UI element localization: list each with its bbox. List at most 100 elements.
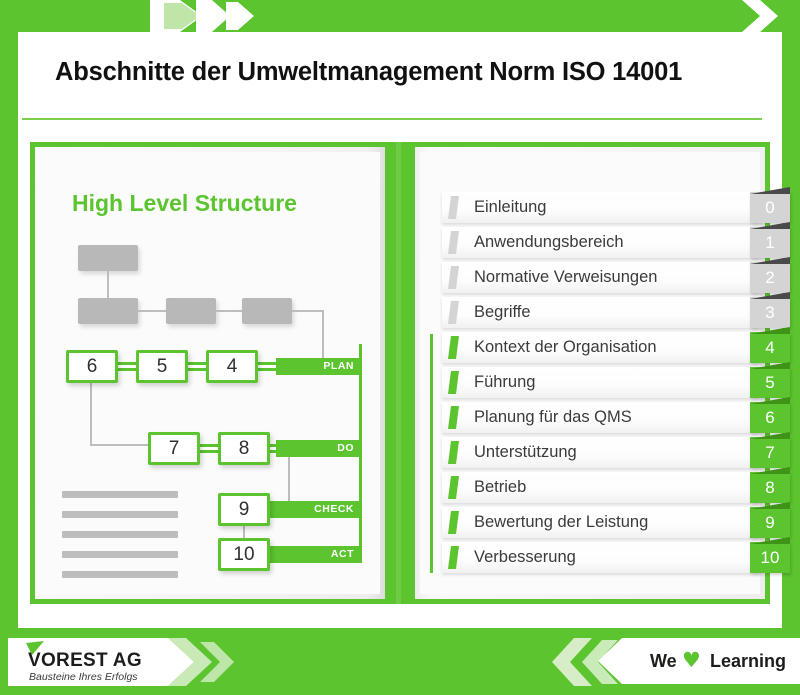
title-divider <box>22 118 762 120</box>
diagram-connector <box>216 310 242 312</box>
section-number-tab[interactable]: 7 <box>750 437 790 468</box>
tab-fold-icon <box>750 397 790 404</box>
section-label: Planung für das QMS <box>474 408 632 426</box>
placeholder-line <box>62 531 178 538</box>
section-list-item[interactable]: Verbesserung 10 <box>442 537 790 573</box>
section-number-tab[interactable]: 6 <box>750 402 790 433</box>
tab-fold-icon <box>750 432 790 439</box>
diagram-box-4: 4 <box>206 350 258 383</box>
placeholder-box <box>166 298 216 324</box>
section-number-tab[interactable]: 2 <box>750 262 790 293</box>
tab-fold-icon <box>750 187 790 194</box>
diagram-connector <box>107 271 109 299</box>
section-accent-bar <box>448 546 459 569</box>
section-number-tab[interactable]: 5 <box>750 367 790 398</box>
section-label: Normative Verweisungen <box>474 268 658 286</box>
section-number-tab[interactable]: 9 <box>750 507 790 538</box>
section-accent-bar <box>448 511 459 534</box>
section-list-item[interactable]: Unterstützung 7 <box>442 432 790 468</box>
section-list-item[interactable]: Einleitung 0 <box>442 187 790 223</box>
section-accent-bar <box>448 336 459 359</box>
section-label: Führung <box>474 373 536 391</box>
section-label: Betrieb <box>474 478 527 496</box>
diagram-connector <box>322 310 324 364</box>
chevron-left-icon <box>552 638 618 686</box>
page-title: Abschnitte der Umweltmanagement Norm ISO… <box>55 58 683 86</box>
book-graphic: High Level Structure 6 5 4 PLAN 7 8 DO 9… <box>30 142 790 604</box>
section-list-item[interactable]: Kontext der Organisation 4 <box>442 327 790 363</box>
diagram-box-5: 5 <box>136 350 188 383</box>
section-accent-bar <box>448 371 459 394</box>
chevron-right-icon <box>150 0 254 32</box>
book-spine-highlight <box>396 142 401 604</box>
section-label: Unterstützung <box>474 443 577 461</box>
brand-tagline: Bausteine Ihres Erfolgs <box>29 671 138 683</box>
cycle-label-act: ACT <box>266 546 362 563</box>
tab-fold-icon <box>750 327 790 334</box>
right-page-surface: Einleitung 0 Anwendungsbereich 1 Normative V… <box>420 152 790 594</box>
section-label: Anwendungsbereich <box>474 233 624 251</box>
section-accent-bar <box>448 406 459 429</box>
infographic-canvas: Abschnitte der Umweltmanagement Norm ISO… <box>0 0 800 695</box>
section-accent-bar <box>448 301 459 324</box>
section-label: Kontext der Organisation <box>474 338 657 356</box>
left-page-heading: High Level Structure <box>72 190 297 216</box>
section-number-tab[interactable]: 3 <box>750 297 790 328</box>
chevron-right-icon <box>168 638 234 686</box>
section-accent-bar <box>448 441 459 464</box>
diagram-box-10: 10 <box>218 538 270 571</box>
cycle-label-do: DO <box>276 440 362 457</box>
section-number-tab[interactable]: 4 <box>750 332 790 363</box>
placeholder-box <box>78 245 138 271</box>
diagram-box-7: 7 <box>148 432 200 465</box>
section-list-item[interactable]: Führung 5 <box>442 362 790 398</box>
placeholder-line <box>62 511 178 518</box>
tab-fold-icon <box>750 502 790 509</box>
placeholder-box <box>242 298 292 324</box>
book-page-left: High Level Structure 6 5 4 PLAN 7 8 DO 9… <box>30 142 390 604</box>
frame-left-band <box>0 0 18 640</box>
section-list-item[interactable]: Anwendungsbereich 1 <box>442 222 790 258</box>
cycle-label-plan: PLAN <box>276 358 362 375</box>
section-list-item[interactable]: Begriffe 3 <box>442 292 790 328</box>
frame-top-band <box>0 0 800 32</box>
cycle-label-check: CHECK <box>266 501 362 518</box>
section-accent-bar <box>448 266 459 289</box>
section-label: Verbesserung <box>474 548 576 566</box>
section-list: Einleitung 0 Anwendungsbereich 1 Normative V… <box>428 174 790 594</box>
tab-fold-icon <box>750 222 790 229</box>
chevron-right-notch-icon <box>742 0 778 32</box>
brand-name: VOREST AG <box>28 650 142 671</box>
diagram-connector <box>90 383 92 446</box>
slogan-prefix: We <box>650 651 677 671</box>
placeholder-line <box>62 491 178 498</box>
heart-icon: ♥ <box>682 648 701 672</box>
section-list-item[interactable]: Bewertung der Leistung 9 <box>442 502 790 538</box>
section-number-tab[interactable]: 1 <box>750 227 790 258</box>
book-page-right: Einleitung 0 Anwendungsbereich 1 Normative V… <box>410 142 790 604</box>
placeholder-box <box>78 298 138 324</box>
section-list-item[interactable]: Normative Verweisungen 2 <box>442 257 790 293</box>
section-list-item[interactable]: Planung für das QMS 6 <box>442 397 790 433</box>
tab-fold-icon <box>750 292 790 299</box>
diagram-connector <box>90 444 150 446</box>
section-accent-bar <box>448 476 459 499</box>
section-label: Begriffe <box>474 303 531 321</box>
tab-fold-icon <box>750 467 790 474</box>
tab-fold-icon <box>750 362 790 369</box>
section-accent-bar <box>448 196 459 219</box>
left-page-surface: High Level Structure 6 5 4 PLAN 7 8 DO 9… <box>40 152 380 594</box>
diagram-box-6: 6 <box>66 350 118 383</box>
section-accent-bar <box>448 231 459 254</box>
active-section-rail <box>430 334 433 573</box>
section-number-tab[interactable]: 10 <box>750 542 790 573</box>
placeholder-line <box>62 571 178 578</box>
section-label: Bewertung der Leistung <box>474 513 649 531</box>
tab-fold-icon <box>750 537 790 544</box>
diagram-box-9: 9 <box>218 493 270 526</box>
diagram-box-8: 8 <box>218 432 270 465</box>
section-list-item[interactable]: Betrieb 8 <box>442 467 790 503</box>
tab-fold-icon <box>750 257 790 264</box>
section-number-tab[interactable]: 8 <box>750 472 790 503</box>
section-number-tab[interactable]: 0 <box>750 192 790 223</box>
